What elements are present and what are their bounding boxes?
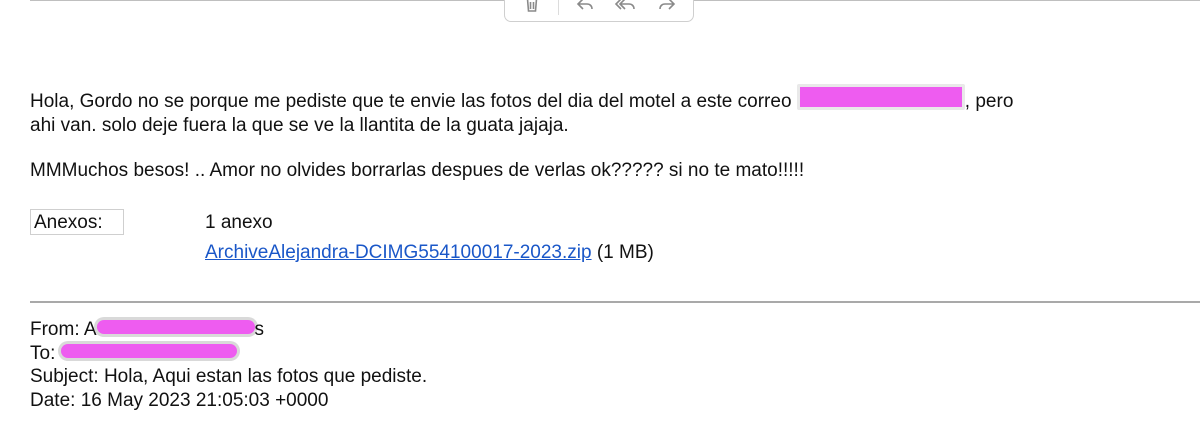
reply-all-button[interactable] — [611, 0, 641, 15]
to-label: To: — [30, 342, 56, 364]
message-toolbar — [504, 0, 694, 22]
date-line: Date: 16 May 2023 21:05:03 +0000 — [30, 389, 427, 413]
delete-button[interactable] — [517, 0, 547, 15]
subject-label: Subject: — [30, 366, 99, 387]
subject-value: Hola, Aqui estan las fotos que pediste. — [103, 366, 428, 387]
header-divider — [30, 301, 1200, 303]
message-body: Hola, Gordo no se porque me pediste que … — [30, 84, 1180, 204]
from-tail: s — [254, 319, 265, 340]
message-line1-text: Hola, Gordo no se porque me pediste que … — [30, 91, 797, 112]
reply-button[interactable] — [570, 0, 600, 15]
date-value: 16 May 2023 21:05:03 +0000 — [80, 389, 329, 411]
reply-all-icon — [614, 0, 635, 10]
subject-line: Subject: Hola, Aqui estan las fotos que … — [30, 365, 427, 389]
trash-icon — [526, 0, 537, 12]
attachment-size: (1 MB) — [596, 242, 654, 263]
redacted-email — [796, 84, 965, 110]
from-label: From: — [30, 319, 80, 340]
date-label: Date: — [30, 389, 76, 411]
message-headers: From: As To: Subject: Hola, Aqui estan l… — [30, 318, 427, 412]
from-visible: A — [83, 319, 97, 340]
recipient-link[interactable] — [60, 343, 237, 364]
message-line2-text: ahi van. solo deje fuera la que se ve la… — [30, 115, 569, 136]
redacted-recipient — [60, 343, 237, 358]
redacted-sender — [96, 320, 255, 334]
reply-icon — [576, 0, 593, 10]
attachment-item: ArchiveAlejandra-DCIMG554100017-2023.zip… — [205, 241, 654, 265]
message-paragraph-1: Hola, Gordo no se porque me pediste que … — [30, 84, 1180, 138]
attachments-label: Anexos: — [30, 209, 124, 235]
attachment-count: 1 anexo — [205, 212, 273, 233]
forward-button[interactable] — [652, 0, 682, 15]
message-paragraph-2: MMMuchos besos! .. Amor no olvides borra… — [30, 160, 805, 181]
attachment-link[interactable]: ArchiveAlejandra-DCIMG554100017-2023.zip — [205, 242, 592, 263]
from-line: From: As — [30, 318, 427, 342]
toolbar-divider — [557, 0, 559, 15]
forward-icon — [658, 0, 675, 10]
message-line1-tail: , pero — [964, 91, 1014, 112]
to-line: To: — [30, 342, 427, 366]
